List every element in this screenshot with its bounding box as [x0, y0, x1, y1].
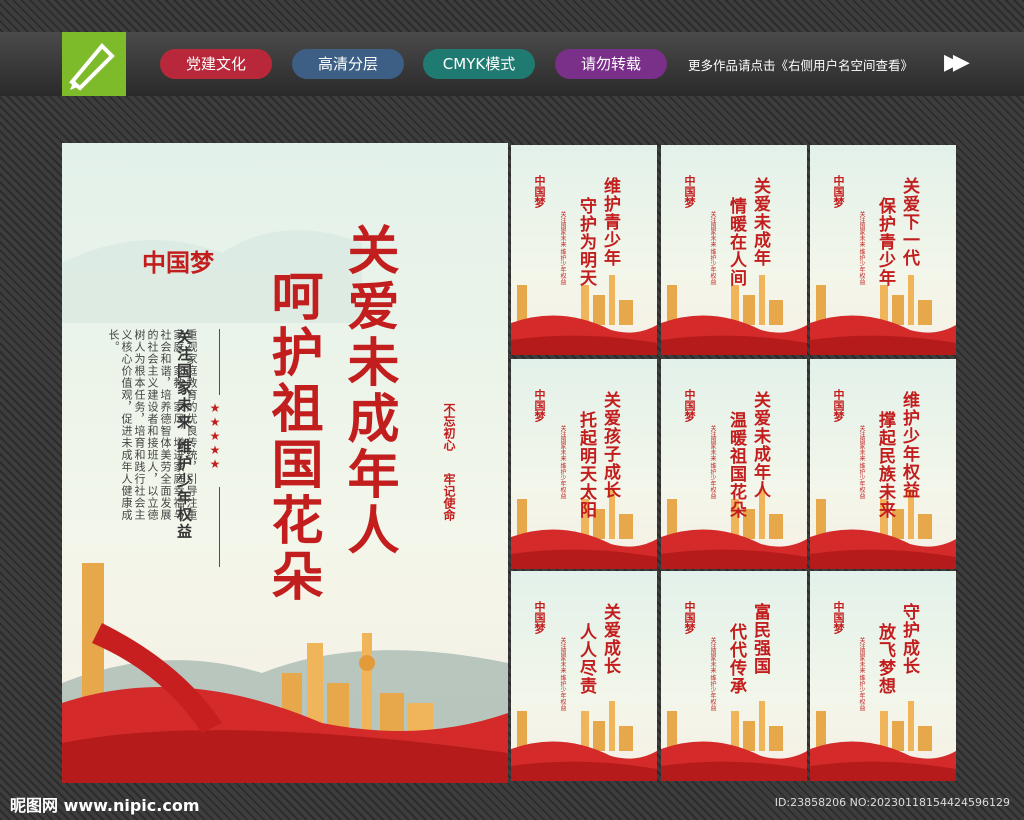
footer-id: ID:23858206 NO:20230118154424596129	[774, 796, 1010, 809]
side-slogan-a: 不忘初心	[442, 403, 456, 451]
poster-card[interactable]: 中国梦 关爱孩子成长 托起明天太阳 关注国家未来 维护少年权益	[511, 359, 657, 569]
poster-card[interactable]: 中国梦 守护成长 放飞梦想 关注国家未来 维护少年权益	[810, 571, 956, 781]
card-subtitle: 关注国家未来 维护少年权益	[559, 211, 566, 285]
main-poster: 中国梦 关爱未成年人 呵护祖国花朵 ★★★★★ 关注国家未来 维护少年权益 重视…	[62, 143, 508, 783]
divider-top	[219, 329, 220, 395]
china-dream-logo: 中国梦	[142, 248, 214, 277]
card-title-line2: 人人尽责	[576, 623, 596, 695]
tag-hd-layers[interactable]: 高清分层	[292, 49, 404, 79]
poster-card[interactable]: 中国梦 关爱成长 人人尽责 关注国家未来 维护少年权益	[511, 571, 657, 781]
card-subtitle: 关注国家未来 维护少年权益	[709, 425, 716, 499]
side-slogan-b: 牢记使命	[442, 473, 456, 521]
card-logo: 中国梦	[683, 389, 696, 422]
card-title-line2: 托起明天太阳	[576, 411, 596, 519]
card-subtitle: 关注国家未来 维护少年权益	[858, 211, 865, 285]
card-title-line2: 撑起民族未来	[875, 411, 895, 519]
card-title-line2: 情暖在人间	[726, 197, 746, 287]
card-title-line2: 保护青少年	[875, 197, 895, 287]
poster-card[interactable]: 中国梦 维护青少年 守护为明天 关注国家未来 维护少年权益	[511, 145, 657, 355]
card-title-line2: 守护为明天	[576, 197, 596, 287]
card-subtitle: 关注国家未来 维护少年权益	[858, 637, 865, 711]
card-title-line2: 温暖祖国花朵	[726, 411, 746, 519]
card-title-line1: 关爱成长	[600, 603, 620, 675]
more-works-note[interactable]: 更多作品请点击《右侧用户名空间查看》	[688, 55, 913, 74]
card-subtitle: 关注国家未来 维护少年权益	[709, 637, 716, 711]
card-title-line1: 关爱孩子成长	[600, 391, 620, 499]
poster-card[interactable]: 中国梦 关爱未成年人 温暖祖国花朵 关注国家未来 维护少年权益	[661, 359, 807, 569]
card-title-line2: 代代传承	[726, 623, 746, 695]
poster-card[interactable]: 中国梦 关爱未成年 情暖在人间 关注国家未来 维护少年权益	[661, 145, 807, 355]
footer-site: 昵图网 www.nipic.com	[10, 796, 200, 815]
card-logo: 中国梦	[832, 601, 845, 634]
card-title-line1: 富民强国	[750, 603, 770, 675]
card-title-line1: 关爱未成年人	[750, 391, 770, 499]
card-logo: 中国梦	[533, 389, 546, 422]
card-logo: 中国梦	[832, 175, 845, 208]
tag-no-repost[interactable]: 请勿转载	[555, 49, 667, 79]
main-body-text: 重视家庭教育的优良传统，引导注重家庭、家教、家风，增进家庭幸福与社会和谐，培养德…	[107, 329, 198, 521]
poster-card[interactable]: 中国梦 富民强国 代代传承 关注国家未来 维护少年权益	[661, 571, 807, 781]
card-title-line1: 维护少年权益	[899, 391, 919, 499]
double-arrow-icon[interactable]: ▶▶	[944, 52, 970, 74]
card-logo: 中国梦	[683, 175, 696, 208]
star-ornament-icon: ★★★★★	[208, 401, 222, 471]
tag-cmyk[interactable]: CMYK模式	[423, 49, 535, 79]
card-subtitle: 关注国家未来 维护少年权益	[709, 211, 716, 285]
card-title-line1: 维护青少年	[600, 177, 620, 267]
brush-logo-icon	[62, 32, 126, 96]
card-subtitle: 关注国家未来 维护少年权益	[559, 425, 566, 499]
card-title-line1: 关爱未成年	[750, 177, 770, 267]
card-logo: 中国梦	[832, 389, 845, 422]
main-title-line2: 呵护祖国花朵	[262, 269, 323, 605]
card-logo: 中国梦	[533, 175, 546, 208]
card-title-line2: 放飞梦想	[875, 623, 895, 695]
card-logo: 中国梦	[683, 601, 696, 634]
poster-card[interactable]: 中国梦 维护少年权益 撑起民族未来 关注国家未来 维护少年权益	[810, 359, 956, 569]
poster-card[interactable]: 中国梦 关爱下一代 保护青少年 关注国家未来 维护少年权益	[810, 145, 956, 355]
divider-bottom	[219, 487, 220, 567]
tag-party-culture[interactable]: 党建文化	[160, 49, 272, 79]
card-title-line1: 守护成长	[899, 603, 919, 675]
card-subtitle: 关注国家未来 维护少年权益	[559, 637, 566, 711]
main-title-line1: 关爱未成年人	[338, 223, 399, 559]
card-subtitle: 关注国家未来 维护少年权益	[858, 425, 865, 499]
card-logo: 中国梦	[533, 601, 546, 634]
card-title-line1: 关爱下一代	[899, 177, 919, 267]
